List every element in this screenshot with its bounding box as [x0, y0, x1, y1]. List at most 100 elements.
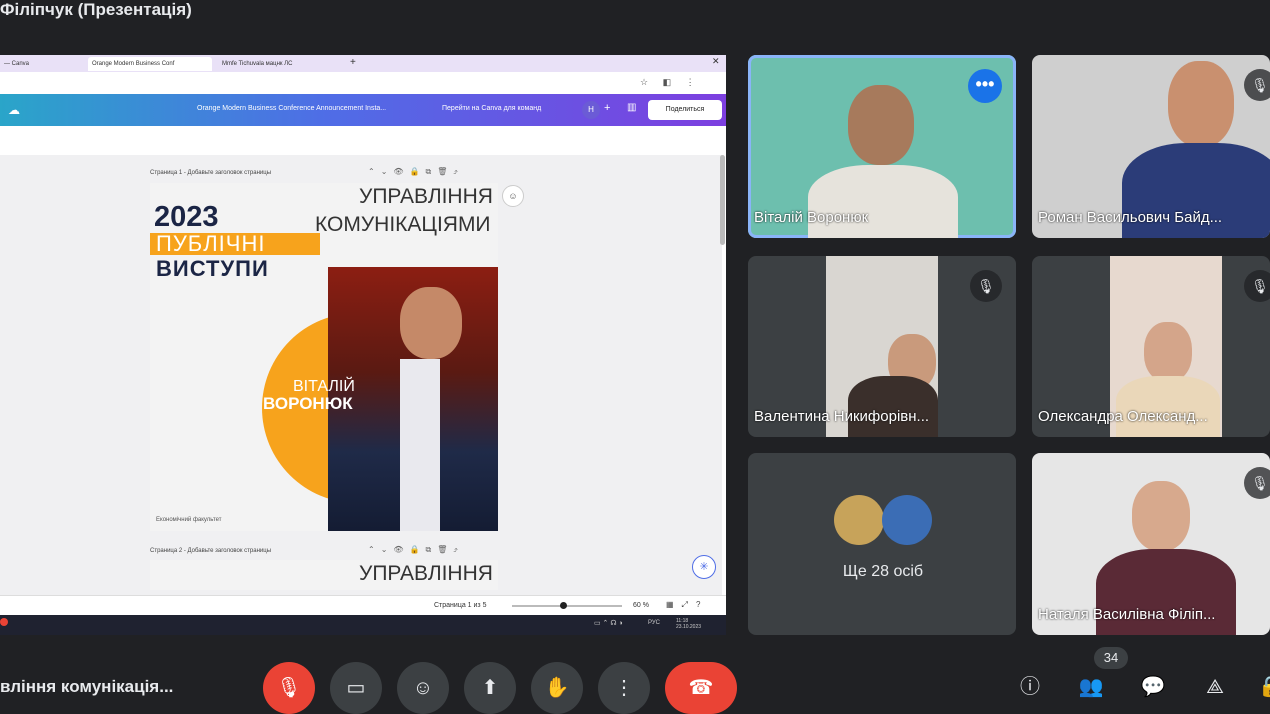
scrollbar[interactable] [720, 155, 725, 245]
present-button[interactable]: ⬆ [464, 662, 516, 714]
zoom-slider-knob[interactable] [560, 602, 567, 609]
slide-2[interactable]: УПРАВЛІННЯ [150, 560, 498, 590]
slide-title-1: УПРАВЛІННЯ [359, 185, 493, 208]
participant-name: Олександра Олександ... [1038, 408, 1208, 425]
comment-icon[interactable]: ☺ [502, 185, 524, 207]
participant-name: Наталя Василівна Філіп... [1038, 606, 1216, 623]
canva-teams-link[interactable]: Перейти на Canva для команд [442, 105, 541, 112]
slide-title-1: УПРАВЛІННЯ [359, 562, 493, 585]
avatar[interactable]: Н [582, 101, 600, 119]
participant-video [848, 376, 938, 437]
browser-tab-active[interactable]: Orange Modern Business Conf [88, 57, 212, 71]
mic-off-icon: 🎙 [1244, 467, 1270, 499]
mic-off-icon: 🎙 [276, 677, 302, 699]
address-bar[interactable]: ☆ ◧ ⋮ [0, 72, 726, 95]
speaker-shirt [400, 359, 440, 531]
canva-header: ☁ Orange Modern Business Conference Anno… [0, 94, 726, 126]
close-icon[interactable]: ✕ [712, 56, 720, 67]
zoom-slider[interactable] [512, 605, 622, 607]
hand-icon: ✋ [544, 677, 570, 699]
mic-off-icon: 🎙 [1244, 270, 1270, 302]
slide-line-2: ВИСТУПИ [156, 256, 269, 281]
activities-button[interactable]: ⟁ [1200, 672, 1230, 702]
participant-video [848, 85, 914, 165]
chat-icon: 💬 [1140, 676, 1166, 698]
meeting-title: вління комунікація... [0, 677, 174, 696]
browser-tab[interactable]: — Canva [0, 57, 84, 71]
speaker-photo [328, 267, 498, 531]
present-screen-icon: ⬆ [481, 677, 499, 699]
tray-icons[interactable]: ▭ ⌃ ☊ ◑ [594, 619, 623, 627]
slide-title-2: КОМУНІКАЦІЯМИ [315, 213, 491, 236]
participant-tile[interactable]: 🎙 Наталя Василівна Філіп... [1032, 453, 1270, 635]
speaker-face [400, 287, 462, 359]
language-indicator[interactable]: РУС [648, 620, 660, 626]
page-label[interactable]: Страница 1 - Добавьте заголовок страницы [150, 170, 271, 176]
people-icon: 👥 [1078, 676, 1104, 698]
view-icons[interactable]: ▦⤢? [666, 600, 708, 610]
cloud-icon: ☁ [8, 103, 20, 117]
leave-call-button[interactable]: ☎ [665, 662, 737, 714]
presenter-title: Філіпчук (Презентація) [0, 0, 192, 19]
slide-1[interactable]: 2023 ПУБЛІЧНІ ВИСТУПИ УПРАВЛІННЯ КОМУНІК… [150, 183, 498, 531]
participant-name: Валентина Никифорівн... [754, 408, 930, 425]
hang-up-icon: ☎ [688, 677, 714, 699]
new-tab-icon[interactable]: + [350, 57, 356, 68]
mic-off-icon: 🎙 [1244, 69, 1270, 101]
participant-video [808, 165, 958, 238]
more-participants-tile[interactable]: Ще 28 осіб [748, 453, 1016, 635]
participant-tile[interactable]: 🎙 Валентина Никифорівн... [748, 256, 1016, 437]
people-button[interactable]: 👥 [1076, 672, 1106, 702]
participant-tile[interactable]: 🎙 Роман Васильович Байд... [1032, 55, 1270, 238]
participant-video [1116, 376, 1220, 437]
clock[interactable]: 11:18 23.10.2023 [676, 618, 701, 630]
date: 23.10.2023 [676, 624, 702, 630]
meeting-details-button[interactable]: ⓘ [1015, 672, 1045, 702]
windows-taskbar: ▭ ⌃ ☊ ◑ РУС 11:18 23.10.2023 [0, 615, 726, 635]
reactions-button[interactable]: ☺ [397, 662, 449, 714]
participant-count-badge: 34 [1094, 647, 1128, 669]
participant-name: Віталій Воронюк [754, 209, 869, 226]
slide-footer: Економічний факультет [156, 517, 222, 523]
participant-tile[interactable]: 🎙 Олександра Олександ... [1032, 256, 1270, 437]
page-tools-icons[interactable]: ⌃⌄👁🔒⧉🗑⤴ [368, 545, 464, 555]
avatar [882, 495, 932, 545]
camera-icon: ▭ [346, 677, 366, 699]
shapes-icon: ⟁ [1206, 676, 1224, 698]
more-participants-count: Ще 28 осіб [842, 563, 924, 580]
mic-off-icon: 🎙 [970, 270, 1002, 302]
chrome-icon[interactable] [0, 618, 8, 626]
browser-tab[interactable]: Mmfe Tiсhuvala мацнк ЛС [218, 57, 328, 71]
shared-screen: — Canva Orange Modern Business Conf Mmfe… [0, 55, 726, 635]
participant-video [1168, 61, 1234, 147]
canva-doc-title[interactable]: Orange Modern Business Conference Announ… [197, 105, 386, 112]
more-options-button[interactable]: ⋮ [598, 662, 650, 714]
participant-video [1144, 322, 1192, 382]
slide-year: 2023 [154, 201, 219, 233]
participant-video [1132, 481, 1190, 551]
raise-hand-button[interactable]: ✋ [531, 662, 583, 714]
browser-tab-bar: — Canva Orange Modern Business Conf Mmfe… [0, 55, 726, 72]
add-icon[interactable]: + [604, 102, 610, 114]
zoom-level: 60 % [633, 602, 649, 609]
emoji-icon: ☺ [412, 677, 434, 699]
page-counter: Страница 1 из 5 [434, 602, 487, 609]
more-vert-icon: ⋮ [614, 677, 634, 699]
more-options-icon[interactable]: ••• [968, 69, 1002, 103]
page-tools-icons[interactable]: ⌃⌄👁🔒⧉🗑⤴ [368, 167, 464, 177]
host-controls-button[interactable]: 🔒 [1258, 672, 1270, 702]
share-button[interactable]: Поделиться [648, 100, 722, 120]
magic-icon[interactable]: ✳ [692, 555, 716, 579]
chart-icon[interactable]: ▥ [627, 102, 636, 113]
speaker-last-name: ВОРОНЮК [263, 394, 353, 413]
info-icon: ⓘ [1020, 676, 1040, 698]
canva-status-bar: Страница 1 из 5 60 % ▦⤢? [0, 595, 726, 616]
camera-toggle-button[interactable]: ▭ [330, 662, 382, 714]
browser-toolbar-icons[interactable]: ☆ ◧ ⋮ [640, 77, 701, 88]
page-label[interactable]: Страница 2 - Добавьте заголовок страницы [150, 548, 271, 554]
chat-button[interactable]: 💬 [1138, 672, 1168, 702]
participant-tile[interactable]: ••• Віталій Воронюк [748, 55, 1016, 238]
slide-line-1: ПУБЛІЧНІ [156, 231, 266, 256]
participant-name: Роман Васильович Байд... [1038, 209, 1223, 226]
mic-toggle-button[interactable]: 🎙 [263, 662, 315, 714]
